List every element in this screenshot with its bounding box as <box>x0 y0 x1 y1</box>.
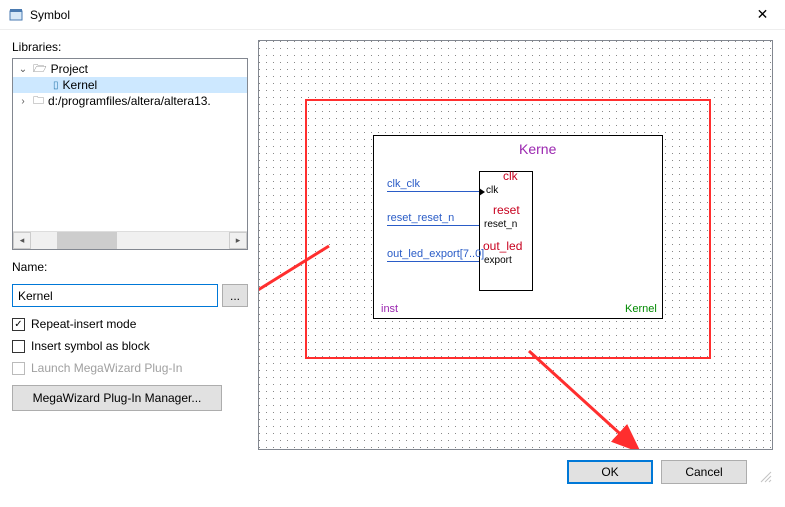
titlebar: Symbol ✕ <box>0 0 785 30</box>
tree-row-kernel[interactable]: ▯ Kernel <box>13 77 247 93</box>
insert-block-checkbox[interactable]: Insert symbol as block <box>12 339 248 353</box>
tree-label: d:/programfiles/altera/altera13. <box>48 94 211 108</box>
tree-label: Project <box>51 62 88 76</box>
scroll-track[interactable] <box>31 232 229 249</box>
checkbox-label: Insert symbol as block <box>31 339 150 353</box>
checkbox-icon <box>12 362 25 375</box>
symbol-title: Kerne <box>519 141 556 157</box>
tree-hscrollbar[interactable]: ◂ ▸ <box>13 231 247 249</box>
module-label: Kernel <box>625 303 657 315</box>
checkbox-icon <box>12 340 25 353</box>
folder-open-icon: 🗁 <box>33 60 47 79</box>
checkbox-icon: ✓ <box>12 318 25 331</box>
checkbox-label: Repeat-insert mode <box>31 317 136 331</box>
name-input[interactable] <box>12 284 218 307</box>
checkbox-label: Launch MegaWizard Plug-In <box>31 361 182 375</box>
scroll-thumb[interactable] <box>57 232 117 249</box>
tree-row-path[interactable]: › 🗀 d:/programfiles/altera/altera13. <box>13 93 247 109</box>
app-icon <box>8 7 24 23</box>
pin-clk: clk <box>486 185 498 196</box>
port-group-reset: reset <box>493 203 520 217</box>
ok-button[interactable]: OK <box>567 460 653 484</box>
tree-row-project[interactable]: ⌄ 🗁 Project <box>13 61 247 77</box>
scroll-left-button[interactable]: ◂ <box>13 232 31 249</box>
port-group-clk: clk <box>503 169 518 183</box>
wire-outled <box>387 261 479 262</box>
cancel-button[interactable]: Cancel <box>661 460 747 484</box>
pin-export: export <box>484 255 512 266</box>
wire-label-reset: reset_reset_n <box>387 212 454 224</box>
browse-button[interactable]: ... <box>222 284 248 307</box>
port-group-outled: out_led <box>483 239 522 253</box>
window-title: Symbol <box>30 8 740 22</box>
wire-label-outled: out_led_export[7..0] <box>387 248 484 260</box>
wire-label-clk: clk_clk <box>387 178 420 190</box>
folder-icon: 🗀 <box>33 92 44 111</box>
megawizard-button[interactable]: MegaWizard Plug-In Manager... <box>12 385 222 411</box>
pin-reset: reset_n <box>484 219 517 230</box>
name-label: Name: <box>12 260 248 274</box>
repeat-insert-checkbox[interactable]: ✓ Repeat-insert mode <box>12 317 248 331</box>
scroll-right-button[interactable]: ▸ <box>229 232 247 249</box>
tree-label: Kernel <box>63 78 98 92</box>
expand-icon[interactable]: › <box>17 96 29 107</box>
launch-megawizard-checkbox: Launch MegaWizard Plug-In <box>12 361 248 375</box>
wire-reset <box>387 225 479 226</box>
libraries-tree[interactable]: ⌄ 🗁 Project ▯ Kernel › 🗀 d:/programfiles… <box>12 58 248 250</box>
wire-clk <box>387 191 479 192</box>
libraries-label: Libraries: <box>12 40 248 54</box>
collapse-icon[interactable]: ⌄ <box>17 64 29 75</box>
instance-label: inst <box>381 303 398 315</box>
pin-triangle-icon <box>479 188 485 196</box>
close-button[interactable]: ✕ <box>740 0 785 30</box>
ellipsis-icon: ... <box>230 289 240 303</box>
symbol-preview[interactable]: Kerne clk clk_clk clk reset reset_reset_… <box>258 40 773 450</box>
symbol-icon: ▯ <box>53 80 59 91</box>
resize-grip-icon[interactable] <box>759 470 773 484</box>
